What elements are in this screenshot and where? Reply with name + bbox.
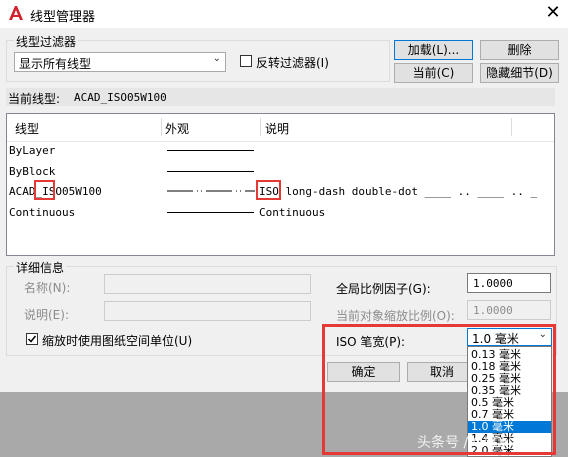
column-header-description[interactable]: 说明 — [265, 120, 289, 137]
paper-space-units-label: 缩放时使用图纸空间单位(U) — [42, 334, 193, 348]
table-row[interactable]: ByLayer — [7, 143, 554, 158]
linetype-name: Continuous — [9, 206, 76, 219]
linetype-description: Continuous — [259, 206, 326, 219]
linetype-filter-select[interactable]: 显示所有线型 ⌄ — [14, 52, 226, 72]
description-field[interactable] — [104, 301, 311, 321]
delete-button[interactable]: 删除 — [480, 40, 559, 60]
linetype-filter-label: 线型过滤器 — [14, 33, 79, 50]
title-bar: 线型管理器 ✕ — [0, 0, 568, 28]
watermark-text: 头条号 / CAD小苗 — [417, 435, 531, 451]
object-scale-input[interactable]: 1.0000 — [467, 300, 551, 320]
set-current-button[interactable]: 当前(C) — [394, 63, 473, 83]
current-linetype-label: 当前线型: — [8, 92, 61, 106]
autocad-a-icon — [7, 4, 25, 22]
current-linetype-bar: 当前线型: ACAD_ISO05W100 — [6, 88, 555, 106]
checkmark-icon — [27, 335, 37, 343]
details-label: 详细信息 — [14, 259, 67, 276]
column-header-appearance[interactable]: 外观 — [165, 120, 189, 137]
global-scale-value: 1.0000 — [473, 277, 513, 290]
linetype-preview — [167, 212, 254, 213]
linetype-preview — [167, 171, 254, 172]
linetype-name: ACAD_ISO05W100 — [9, 185, 102, 198]
header-divider — [7, 141, 554, 142]
global-scale-input[interactable]: 1.0000 — [467, 273, 551, 293]
paper-space-units-checkbox[interactable] — [26, 333, 38, 345]
object-scale-value: 1.0000 — [473, 304, 513, 317]
global-scale-label: 全局比例因子(G): — [336, 282, 431, 296]
chevron-down-icon: ⌄ — [212, 53, 221, 64]
hide-details-button[interactable]: 隐藏细节(D) — [480, 63, 559, 83]
name-field[interactable] — [104, 274, 311, 294]
column-separator[interactable] — [511, 118, 512, 136]
linetype-name: ByLayer — [9, 144, 56, 157]
table-row[interactable]: Continuous Continuous — [7, 205, 554, 220]
column-separator[interactable] — [161, 118, 162, 136]
column-separator[interactable] — [260, 118, 261, 136]
highlight-box — [34, 180, 55, 200]
linetype-list[interactable]: 线型 外观 说明 ByLayer ByBlock ACAD_ISO05W100 — [6, 113, 555, 256]
description-label: 说明(E): — [24, 308, 69, 322]
invert-filter-label: 反转过滤器(I) — [256, 56, 329, 70]
linetype-name: ByBlock — [9, 165, 56, 178]
invert-filter-checkbox[interactable] — [240, 55, 252, 67]
current-linetype-value: ACAD_ISO05W100 — [74, 91, 167, 104]
object-scale-label: 当前对象缩放比例(O): — [336, 309, 455, 323]
linetype-preview — [167, 150, 254, 151]
highlight-box — [256, 180, 281, 200]
window-title: 线型管理器 — [30, 10, 96, 25]
linetype-filter-value: 显示所有线型 — [19, 57, 92, 71]
close-icon[interactable]: ✕ — [543, 2, 563, 24]
linetype-preview — [167, 190, 255, 192]
load-button[interactable]: 加载(L)... — [394, 40, 473, 60]
name-label: 名称(N): — [24, 281, 71, 295]
linetype-description: ISO long-dash double-dot ____ .. ____ ..… — [259, 185, 538, 198]
column-header-linetype[interactable]: 线型 — [15, 120, 39, 137]
table-row[interactable]: ByBlock — [7, 164, 554, 179]
